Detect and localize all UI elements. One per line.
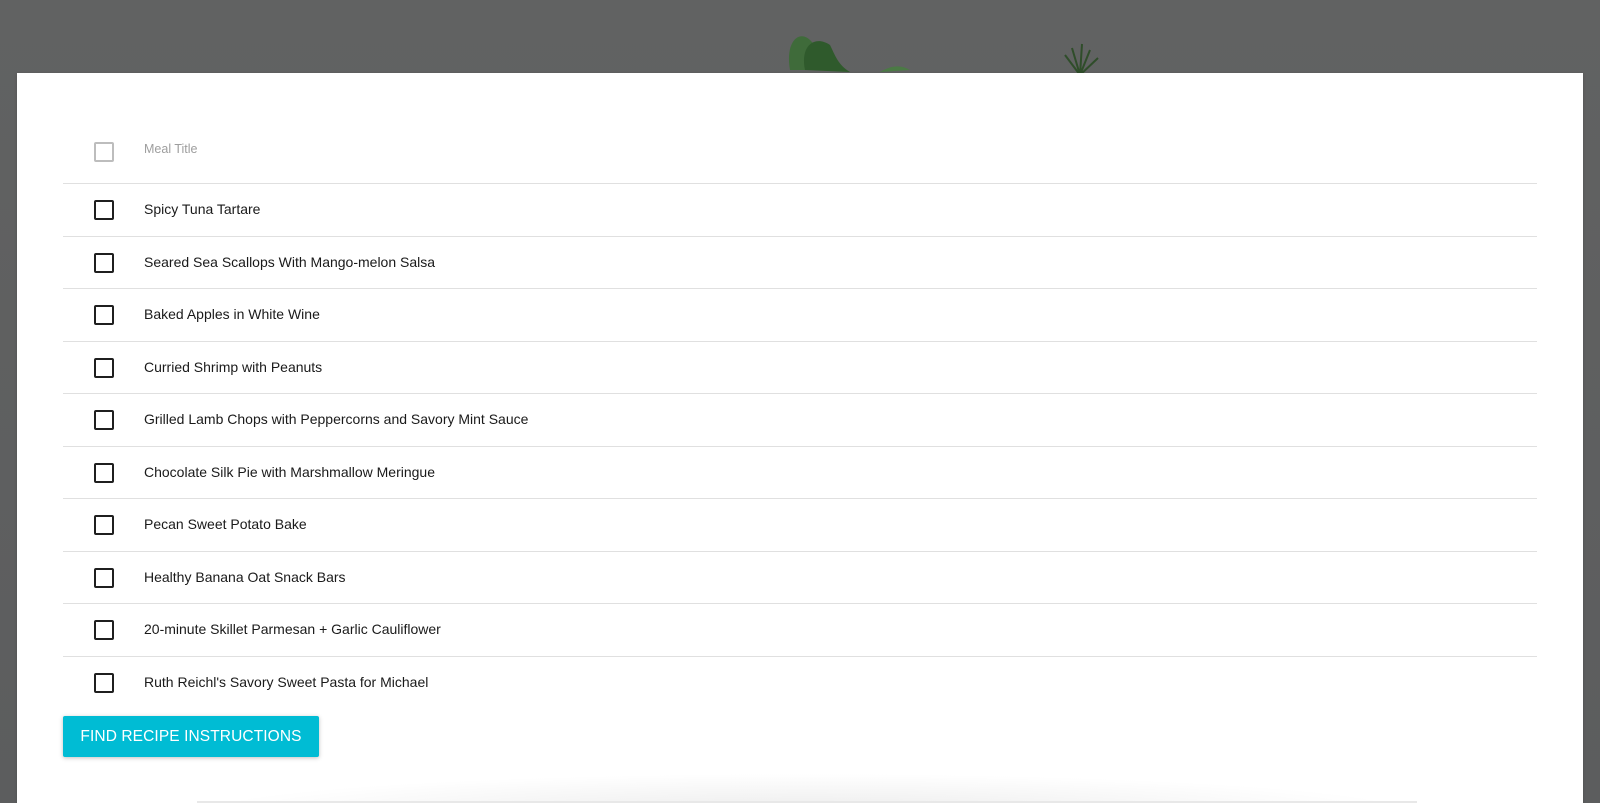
table-header-row: Meal Title	[63, 120, 1537, 184]
meal-table: Meal Title Spicy Tuna Tartare Seared Sea …	[63, 120, 1537, 709]
meal-title: Spicy Tuna Tartare	[144, 201, 261, 217]
lower-card-shadow	[187, 773, 1427, 803]
table-row[interactable]: Seared Sea Scallops With Mango-melon Sal…	[63, 237, 1537, 289]
row-checkbox[interactable]	[94, 672, 114, 693]
row-checkbox[interactable]	[94, 515, 114, 535]
plant-leaves-image	[789, 36, 910, 72]
row-checkbox[interactable]	[94, 200, 114, 220]
meal-title: Curried Shrimp with Peanuts	[144, 358, 323, 375]
row-checkbox[interactable]	[94, 410, 114, 430]
row-checkbox[interactable]	[94, 462, 114, 483]
find-recipe-instructions-button[interactable]: FIND RECIPE INSTRUCTIONS	[63, 716, 319, 757]
table-row[interactable]: Baked Apples in White Wine	[63, 289, 1537, 342]
meal-title: Healthy Banana Oat Snack Bars	[144, 568, 346, 585]
meal-title-column-header: Meal Title	[144, 142, 198, 156]
table-row[interactable]: Curried Shrimp with Peanuts	[63, 342, 1537, 394]
herb-sprig-image	[1064, 43, 1099, 76]
meal-title: Grilled Lamb Chops with Peppercorns and …	[144, 411, 529, 427]
row-checkbox[interactable]	[94, 305, 114, 325]
row-checkbox[interactable]	[94, 567, 114, 588]
meal-selection-card: Meal Title Spicy Tuna Tartare Seared Sea …	[17, 73, 1583, 803]
meal-title: Seared Sea Scallops With Mango-melon Sal…	[144, 253, 436, 270]
meal-rows: Spicy Tuna Tartare Seared Sea Scallops Wi…	[63, 184, 1537, 709]
meal-title: Pecan Sweet Potato Bake	[144, 516, 307, 532]
meal-title: Chocolate Silk Pie with Marshmallow Meri…	[144, 463, 436, 480]
row-checkbox[interactable]	[94, 252, 114, 273]
row-checkbox[interactable]	[94, 357, 114, 378]
row-checkbox[interactable]	[94, 620, 114, 640]
table-row[interactable]: Grilled Lamb Chops with Peppercorns and …	[63, 394, 1537, 447]
table-row[interactable]: Spicy Tuna Tartare	[63, 184, 1537, 237]
table-row[interactable]: Chocolate Silk Pie with Marshmallow Meri…	[63, 447, 1537, 499]
table-row[interactable]: Ruth Reichl's Savory Sweet Pasta for Mic…	[63, 657, 1537, 710]
meal-title: Baked Apples in White Wine	[144, 306, 320, 322]
table-row[interactable]: Healthy Banana Oat Snack Bars	[63, 552, 1537, 604]
table-row[interactable]: Pecan Sweet Potato Bake	[63, 499, 1537, 552]
meal-title: Ruth Reichl's Savory Sweet Pasta for Mic…	[144, 673, 429, 690]
table-row[interactable]: 20-minute Skillet Parmesan + Garlic Caul…	[63, 604, 1537, 657]
select-all-checkbox[interactable]	[94, 142, 114, 162]
meal-title: 20-minute Skillet Parmesan + Garlic Caul…	[144, 621, 441, 637]
